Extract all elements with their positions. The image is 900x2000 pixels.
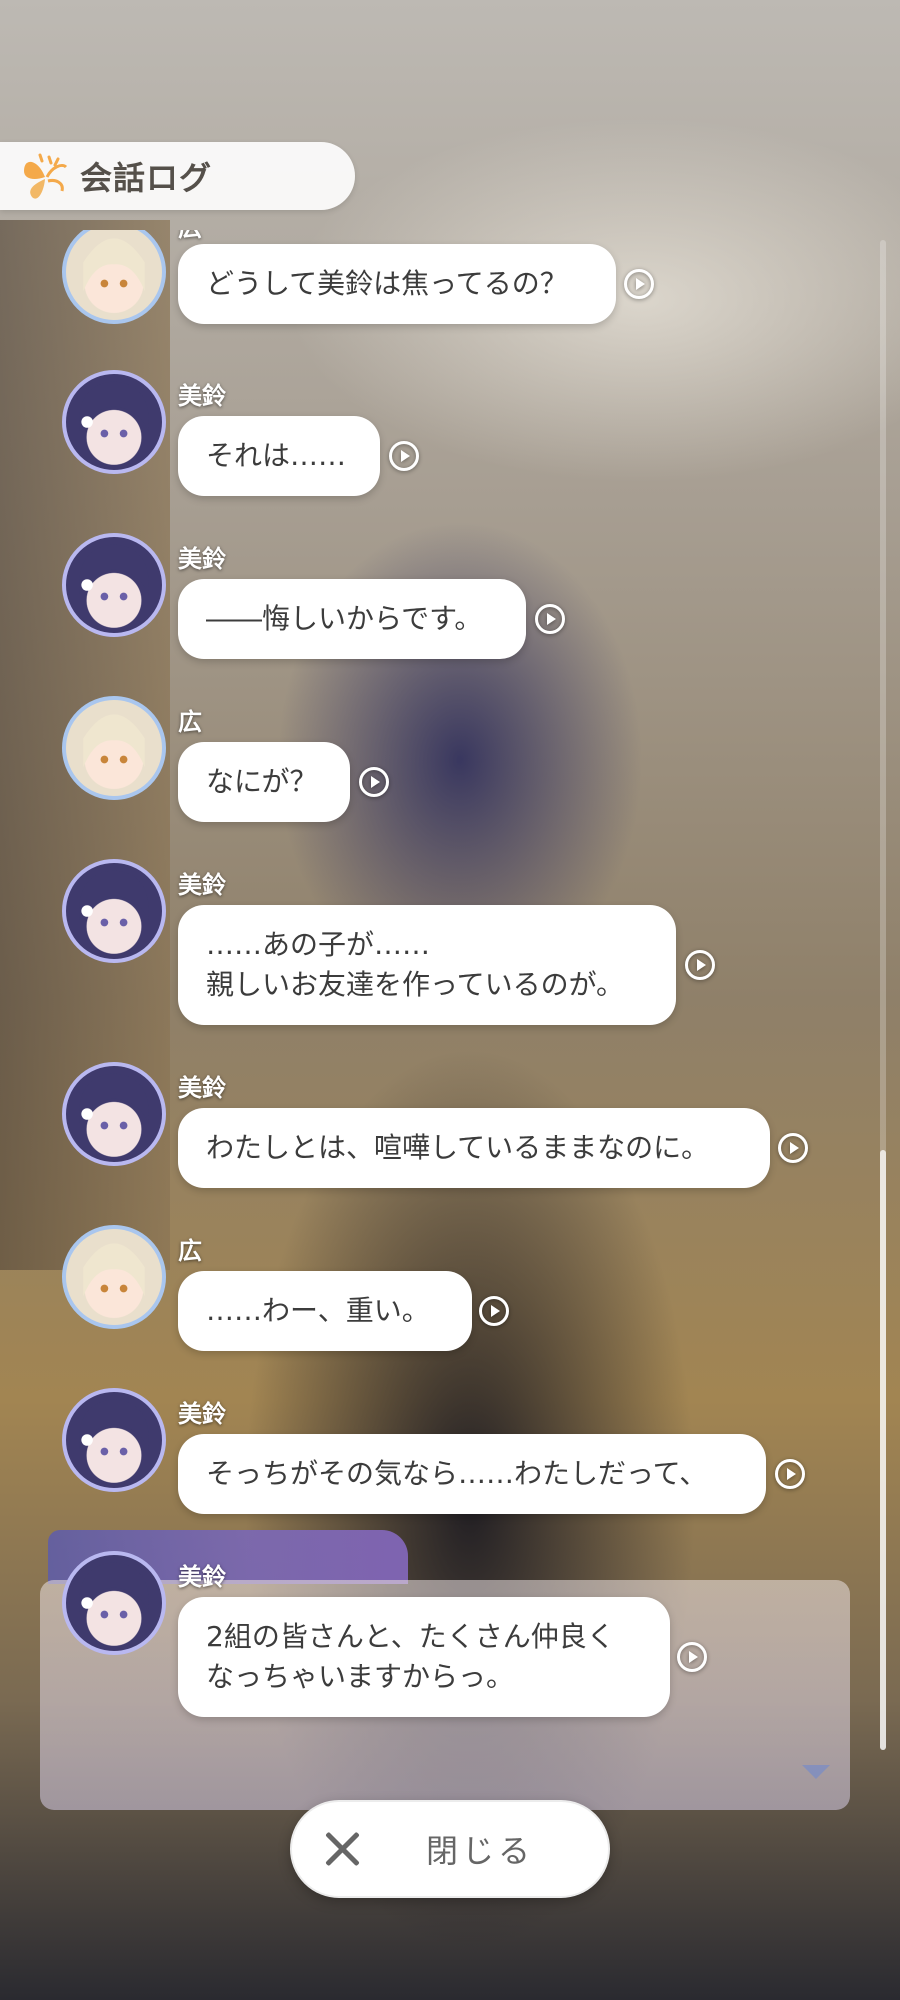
play-voice-button[interactable] bbox=[775, 1459, 805, 1489]
play-voice-button[interactable] bbox=[624, 269, 654, 299]
conversation-log-list[interactable]: 広 どうして美鈴は焦ってるの？ 美鈴 それは…… 美鈴 ――悔しいからです。 広… bbox=[0, 230, 900, 1730]
avatar-hiro bbox=[62, 1225, 166, 1329]
log-scrollbar[interactable] bbox=[880, 240, 886, 1750]
avatar-hiro bbox=[62, 230, 166, 324]
avatar-hiro bbox=[62, 696, 166, 800]
speaker-name: 広 bbox=[178, 230, 202, 243]
speaker-name: 広 bbox=[178, 1237, 202, 1265]
speaker-name: 美鈴 bbox=[178, 1563, 226, 1591]
close-button-label: 閉じる bbox=[426, 1832, 535, 1870]
dialogue-bubble: わたしとは、喧嘩しているままなのに。 bbox=[178, 1108, 770, 1188]
dialogue-bubble: ……あの子が…… 親しいお友達を作っているのが。 bbox=[178, 905, 676, 1025]
play-voice-button[interactable] bbox=[479, 1296, 509, 1326]
speaker-name: 美鈴 bbox=[178, 382, 226, 410]
avatar-misuzu bbox=[62, 1551, 166, 1655]
conversation-log-header: 会話ログ bbox=[0, 142, 355, 210]
dialogue-bubble: 2組の皆さんと、たくさん仲良く なっちゃいますからっ。 bbox=[178, 1597, 670, 1717]
avatar-misuzu bbox=[62, 1062, 166, 1166]
dialogue-bubble: なにが？ bbox=[178, 742, 350, 822]
page-title: 会話ログ bbox=[80, 159, 213, 197]
play-voice-button[interactable] bbox=[359, 767, 389, 797]
avatar-misuzu bbox=[62, 370, 166, 474]
speaker-name: 美鈴 bbox=[178, 871, 226, 899]
play-voice-button[interactable] bbox=[685, 950, 715, 980]
speaker-name: 広 bbox=[178, 708, 202, 736]
dialogue-bubble: そっちがその気なら……わたしだって、 bbox=[178, 1434, 766, 1514]
avatar-misuzu bbox=[62, 859, 166, 963]
dialogue-bubble: それは…… bbox=[178, 416, 380, 496]
play-voice-button[interactable] bbox=[778, 1133, 808, 1163]
play-voice-button[interactable] bbox=[535, 604, 565, 634]
dialogue-bubble: どうして美鈴は焦ってるの？ bbox=[178, 244, 616, 324]
speaker-name: 美鈴 bbox=[178, 1400, 226, 1428]
close-x-icon bbox=[322, 1829, 362, 1869]
dialogue-bubble: ……わー、重い。 bbox=[178, 1271, 472, 1351]
avatar-misuzu bbox=[62, 533, 166, 637]
speaker-name: 美鈴 bbox=[178, 1074, 226, 1102]
log-scrollbar-thumb[interactable] bbox=[880, 1150, 886, 1750]
play-voice-button[interactable] bbox=[677, 1642, 707, 1672]
play-voice-button[interactable] bbox=[389, 441, 419, 471]
speaker-name: 美鈴 bbox=[178, 545, 226, 573]
dialogue-bubble: ――悔しいからです。 bbox=[178, 579, 526, 659]
close-button[interactable]: 閉じる bbox=[290, 1800, 610, 1898]
butterfly-logo-icon bbox=[24, 153, 68, 199]
avatar-misuzu bbox=[62, 1388, 166, 1492]
